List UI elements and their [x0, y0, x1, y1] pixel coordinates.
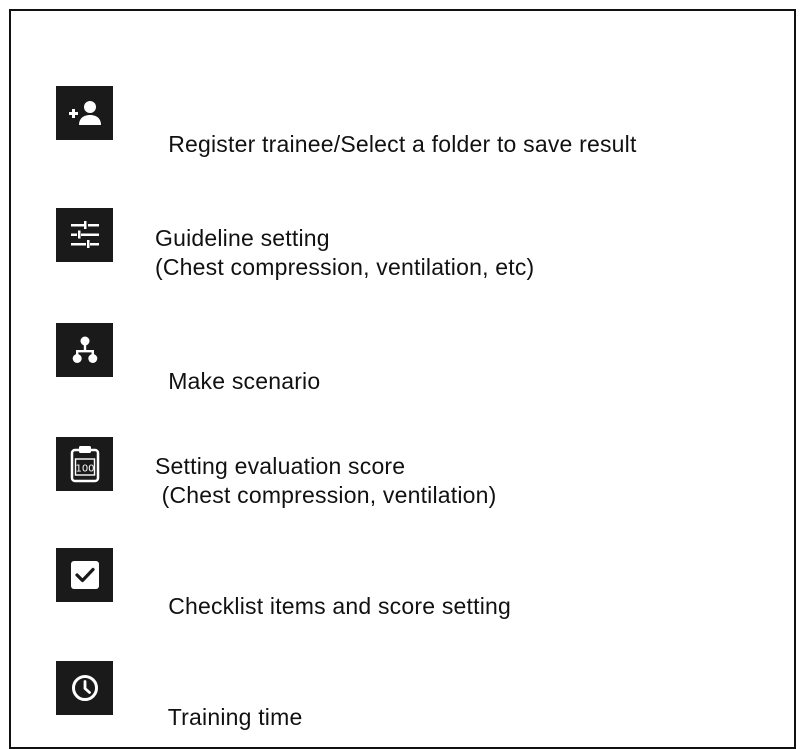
item-label-line: Guideline setting [155, 225, 330, 251]
clipboard-score-text: 100 [75, 464, 94, 475]
evaluation-score-label: Setting evaluation score (Chest compress… [155, 452, 497, 510]
register-trainee-label: Register trainee/Select a folder to save… [155, 101, 637, 159]
person-add-icon[interactable] [56, 86, 113, 140]
item-label-line: Training time [167, 704, 303, 730]
item-label-line: Make scenario [168, 368, 321, 394]
guideline-setting-label: Guideline setting (Chest compression, ve… [155, 224, 534, 282]
training-time-label: Training time [155, 674, 302, 732]
item-label-line: Register trainee/Select a folder to save… [168, 131, 637, 157]
sliders-icon[interactable] [56, 208, 113, 262]
scenario-tree-icon[interactable] [56, 323, 113, 377]
clipboard-score-icon[interactable]: 100 [56, 437, 113, 491]
make-scenario-label: Make scenario [155, 338, 320, 396]
checklist-label: Checklist items and score setting [155, 563, 511, 621]
item-label-line: Checklist items and score setting [168, 593, 511, 619]
checkbox-icon[interactable] [56, 548, 113, 602]
clock-icon[interactable] [56, 661, 113, 715]
item-label-line: (Chest compression, ventilation) [155, 482, 497, 508]
item-label-line: (Chest compression, ventilation, etc) [155, 254, 535, 280]
item-label-line: Setting evaluation score [155, 453, 406, 479]
